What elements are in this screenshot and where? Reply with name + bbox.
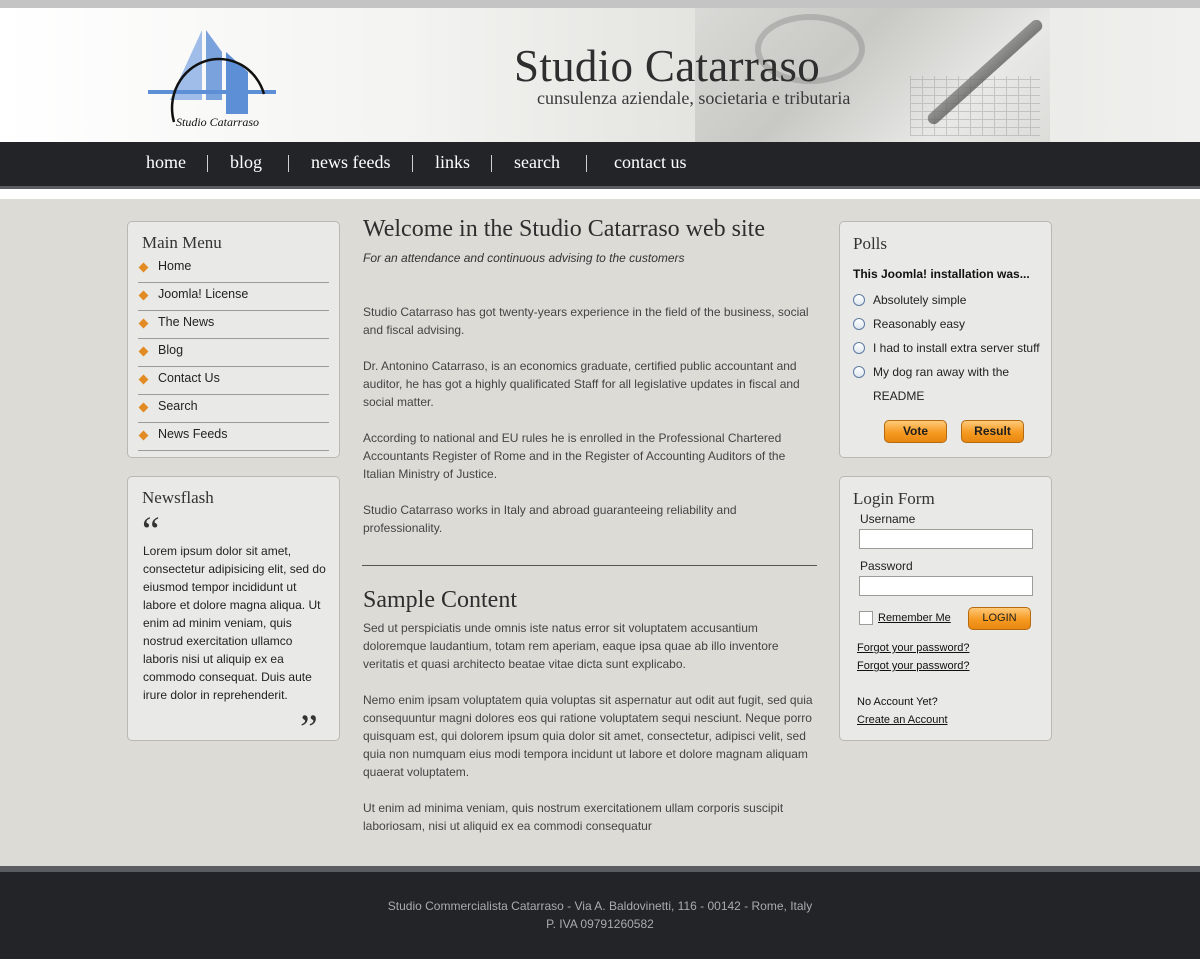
intro-paragraph: Dr. Antonino Catarraso, is an economics … [363,359,800,409]
page-title: Welcome in the Studio Catarraso web site [363,216,765,242]
sample-paragraph: Nemo enim ipsam voluptatem quia voluptas… [363,693,813,779]
poll-option-label: Absolutely simple [873,293,967,307]
diamond-bullet-icon [138,374,149,385]
main-menu-box: Main Menu Home Joomla! License The News … [127,221,340,458]
intro-paragraph: Studio Catarraso works in Italy and abro… [363,503,737,535]
menu-item-search[interactable]: Search [138,395,329,423]
site-title: Studio Catarraso [514,41,821,91]
login-button[interactable]: LOGIN [968,607,1031,630]
radio-button[interactable] [853,342,865,354]
intro-paragraph: Studio Catarraso has got twenty-years ex… [363,305,809,337]
polls-title: Polls [853,234,888,253]
diamond-bullet-icon [138,430,149,441]
page-tagline: For an attendance and continuous advisin… [363,251,685,265]
menu-item-label: Joomla! License [158,287,249,301]
menu-item-joomla-license[interactable]: Joomla! License [138,283,329,311]
diamond-bullet-icon [138,262,149,273]
vote-button[interactable]: Vote [884,420,947,443]
poll-option-label: My dog ran away with the README [873,365,1010,403]
menu-item-blog[interactable]: Blog [138,339,329,367]
diamond-bullet-icon [138,290,149,301]
password-label: Password [860,559,913,573]
no-account-text: No Account Yet? [857,696,938,708]
diamond-bullet-icon [138,346,149,357]
nav-separator [207,155,208,172]
menu-item-news-feeds[interactable]: News Feeds [138,423,329,451]
username-label: Username [860,512,916,526]
nav-contact-us[interactable]: contact us [614,152,686,173]
logo-text: Studio Catarraso [176,115,259,129]
diamond-bullet-icon [138,402,149,413]
menu-item-label: Home [158,259,192,273]
password-input[interactable] [859,576,1033,596]
nav-home[interactable]: home [146,152,186,173]
login-box: Login Form Username Password Remember Me… [839,476,1052,741]
menu-item-label: Contact Us [158,371,220,385]
content-divider [362,565,817,566]
menu-item-contact-us[interactable]: Contact Us [138,367,329,395]
nav-links[interactable]: links [435,152,470,173]
forgot-password-link[interactable]: Forgot your password? [857,642,970,654]
site-footer: Studio Commercialista Catarraso - Via A.… [0,872,1200,959]
nav-separator [586,155,587,172]
logo-sail-middle [206,30,222,100]
radio-button[interactable] [853,366,865,378]
nav-separator [491,155,492,172]
remember-me-checkbox[interactable] [859,611,873,625]
nav-gap [0,189,1200,199]
username-input[interactable] [859,529,1033,549]
login-title: Login Form [853,489,935,508]
logo-bar [148,90,276,94]
poll-question: This Joomla! installation was... [853,267,1030,281]
menu-item-label: Search [158,399,198,413]
sample-paragraph: Ut enim ad minima veniam, quis nostrum e… [363,801,784,833]
nav-separator [412,155,413,172]
create-account-link[interactable]: Create an Account [857,714,948,726]
newsflash-box: Newsflash “ Lorem ipsum dolor sit amet, … [127,476,340,749]
intro-paragraph: According to national and EU rules he is… [363,431,786,481]
menu-item-label: Blog [158,343,184,357]
menu-item-label: The News [158,315,215,329]
nav-separator [288,155,289,172]
footer-vat: P. IVA 09791260582 [546,917,654,931]
nav-search[interactable]: search [514,152,560,173]
top-strip [0,0,1200,8]
menu-item-label: News Feeds [158,427,228,441]
section-title: Sample Content [363,587,517,613]
result-button[interactable]: Result [961,420,1024,443]
main-menu-title: Main Menu [142,233,222,252]
remember-me-label[interactable]: Remember Me [878,612,951,624]
diamond-bullet-icon [138,318,149,329]
menu-item-home[interactable]: Home [138,255,329,283]
poll-option-label: Reasonably easy [873,317,966,331]
polls-box: Polls This Joomla! installation was... A… [839,221,1052,458]
newsflash-text: Lorem ipsum dolor sit amet, consectetur … [143,544,326,702]
site-subtitle: cunsulenza aziendale, societaria e tribu… [537,88,851,108]
radio-button[interactable] [853,318,865,330]
footer-address: Studio Commercialista Catarraso - Via A.… [387,899,813,913]
nav-blog[interactable]: blog [230,152,262,173]
close-quote-icon: ” [300,706,318,751]
forgot-username-link[interactable]: Forgot your password? [857,660,970,672]
sample-paragraph: Sed ut perspiciatis unde omnis iste natu… [363,621,779,671]
menu-item-the-news[interactable]: The News [138,311,329,339]
site-logo[interactable]: Studio Catarraso [148,22,278,130]
radio-button[interactable] [853,294,865,306]
poll-option-label: I had to install extra server stuff [873,341,1040,355]
newsflash-title: Newsflash [142,488,214,507]
nav-news-feeds[interactable]: news feeds [311,152,390,173]
